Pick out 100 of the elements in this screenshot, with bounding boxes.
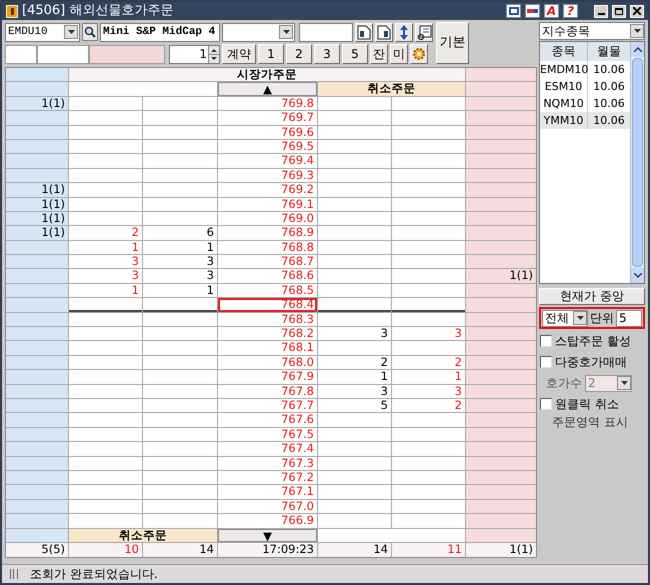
scrollbar[interactable] [630,42,644,283]
table-cell: 1 [69,284,142,298]
list-row[interactable]: YMM10 10.06 [540,112,630,129]
tool-button[interactable]: A [544,4,559,18]
spinner-arrows-icon[interactable] [208,46,219,62]
table-cell [466,226,536,240]
maximize-button[interactable] [612,4,626,18]
checkbox-label: 스탑주문 활성 [555,333,631,350]
toolbar-button[interactable]: 2 [286,44,312,64]
table-cell [6,528,68,542]
table-cell [466,198,536,211]
cancel-order-button[interactable]: 취소주문 [69,528,217,542]
table-cell [466,154,536,168]
window-icon[interactable] [506,4,521,18]
table-cell: 1 [69,240,142,254]
input-field[interactable] [37,44,89,64]
price-cell: 767.8 [218,384,317,398]
table-cell [6,111,68,125]
cancel-order-button[interactable]: 취소주문 [318,82,465,96]
name-field: Mini S&P MidCap 4 [100,22,220,42]
toolbar-button[interactable]: 1 [258,44,284,64]
table-cell [466,240,536,254]
column-header[interactable]: 월물 [588,42,630,61]
table-cell [6,168,68,182]
input-field[interactable] [5,44,37,64]
table-cell [466,140,536,154]
toolbar-button[interactable]: 5 [342,44,368,64]
month-text: 10.06 [592,62,626,78]
table-cell: 3 [318,327,391,340]
table-cell [466,284,536,298]
toolbar-button[interactable]: 미 [390,44,408,64]
checkbox[interactable] [540,335,552,347]
table-cell [6,82,68,96]
table-cell [6,514,68,528]
combo-box[interactable] [222,22,295,42]
table-cell [466,456,536,470]
input-field[interactable] [299,22,353,42]
scroll-up-button[interactable]: ▲ [218,82,317,96]
table-cell [466,82,536,96]
table-cell [6,413,68,427]
table-cell [466,312,536,326]
price-cell: 769.7 [218,111,317,125]
center-price-button[interactable]: 현재가 중앙 [539,288,645,305]
table-cell [466,470,536,484]
category-combo[interactable]: 지수종목 [539,22,645,40]
table-cell: 2 [318,356,391,370]
scroll-down-button[interactable]: ▼ [218,528,317,542]
minimize-button[interactable] [594,4,608,18]
table-cell [6,298,68,312]
price-cell: 767.3 [218,456,317,470]
table-cell [466,442,536,456]
scroll-thumb[interactable] [632,58,643,267]
total-cell: 10 [69,542,142,557]
symbol-combo[interactable]: EMDU10 [5,22,80,42]
price-cell: 769.3 [218,168,317,182]
table-cell [466,398,536,412]
price-cell: 767.6 [218,413,317,427]
price-cell: 767.1 [218,485,317,499]
search-button[interactable] [82,23,98,41]
document-icon[interactable] [375,22,393,42]
table-cell [466,68,536,82]
price-cell: 769.8 [218,96,317,110]
window-title: [4506] 해외선물호가주문 [22,2,174,20]
checkbox[interactable] [540,356,552,368]
table-cell [466,183,536,197]
picture-icon[interactable] [415,22,433,42]
table-cell: 1(1) [6,212,68,226]
unit-field[interactable]: 5 [616,310,642,326]
option-note: 주문영역 표시 [551,414,629,431]
total-cell: 11 [392,542,465,557]
total-cell: 1(1) [466,542,536,557]
table-cell [6,269,68,283]
close-button[interactable] [630,4,644,18]
table-cell: 1(1) [466,269,536,283]
table-cell: 3 [318,384,391,398]
toolbar-button[interactable]: 계약 [222,44,256,64]
table-cell: 5 [318,398,391,412]
table-cell: 2 [69,226,142,240]
table-cell [6,154,68,168]
tool-button[interactable]: ? [563,4,578,18]
input-field[interactable] [89,44,165,64]
price-cell: 768.9 [218,226,317,240]
scope-combo[interactable]: 전체 [542,310,588,326]
toolbar-button[interactable]: 잔 [370,44,388,64]
symbol-text: YMM10 [540,112,588,129]
table-cell [6,255,68,268]
document-icon[interactable] [355,22,373,42]
toolbar-button[interactable]: 3 [314,44,340,64]
checkbox-label: 원클릭 취소 [555,396,619,413]
quantity-spinner[interactable]: 1 [169,44,220,64]
table-cell [466,111,536,125]
status-message: 조회가 완료되었습니다. [30,566,158,583]
default-button[interactable]: 기본 [436,22,469,64]
table-cell [6,398,68,412]
price-cell: 769.2 [218,183,317,197]
checkbox[interactable] [540,398,552,410]
price-cell: 768.8 [218,240,317,254]
month-text: 10.06 [592,79,626,95]
table-cell [6,327,68,340]
gear-icon[interactable] [410,44,428,64]
